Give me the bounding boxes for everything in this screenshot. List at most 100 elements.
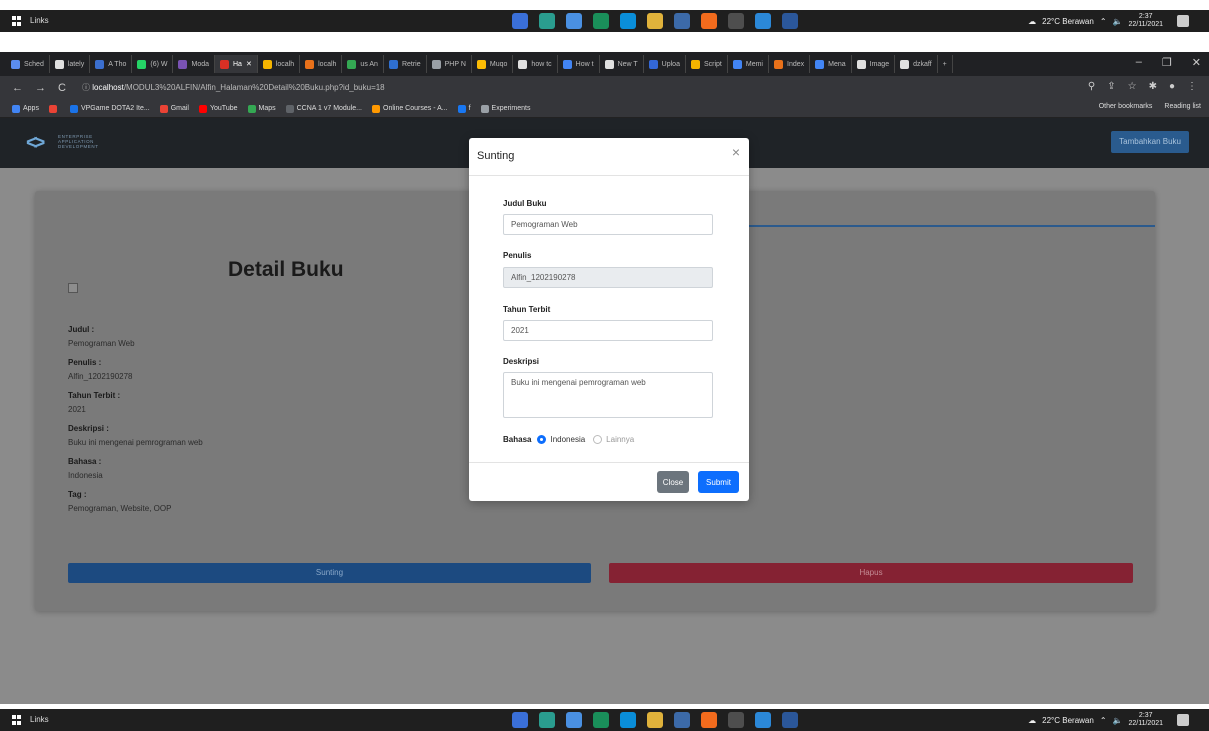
close-button[interactable]: Close [657, 471, 689, 493]
browser-tab[interactable]: dzkaff [895, 55, 938, 73]
tahun-input[interactable]: 2021 [503, 320, 713, 341]
tab-close-icon[interactable]: ✕ [246, 60, 252, 68]
check-app-icon[interactable] [566, 13, 582, 29]
notification-icon[interactable] [1177, 15, 1189, 27]
windows-start-icon[interactable] [12, 16, 22, 26]
bookmark-item[interactable]: YouTube [198, 104, 238, 113]
check-app-icon[interactable] [566, 712, 582, 728]
zoom-icon[interactable]: ⚲ [1088, 81, 1095, 92]
chrome-icon[interactable] [512, 13, 528, 29]
new-tab-icon[interactable]: + [938, 55, 953, 73]
browser-tab[interactable]: A Tho [90, 55, 133, 73]
share-icon[interactable]: ⇪ [1107, 81, 1115, 92]
extensions-icon[interactable]: ✱ [1149, 81, 1157, 92]
bookmark-item[interactable]: VPGame DOTA2 Ite... [69, 104, 150, 113]
submit-button[interactable]: Submit [698, 471, 739, 493]
bookmark-item[interactable]: f [457, 104, 471, 113]
url-bar[interactable]: ⓘ localhost/MODUL3%20ALFIN/Alfin_Halaman… [82, 80, 982, 96]
bookmark-item[interactable]: CCNA 1 v7 Module... [285, 104, 362, 113]
vscode-icon[interactable] [755, 13, 771, 29]
edge-dev-icon[interactable] [620, 13, 636, 29]
radio-indonesia-label[interactable]: Indonesia [550, 435, 585, 444]
browser-tab[interactable]: how tc [513, 55, 558, 73]
browser-tab[interactable]: Memi [728, 55, 769, 73]
radio-indonesia[interactable] [537, 435, 547, 444]
browser-tab[interactable]: Muqo [472, 55, 514, 73]
bookmark-item[interactable] [48, 104, 60, 113]
judul-input[interactable]: Pemograman Web [503, 214, 713, 235]
other-bookmarks[interactable]: Other bookmarks [1099, 103, 1153, 110]
weather-text[interactable]: 22°C Berawan [1042, 17, 1094, 26]
file-explorer-icon[interactable] [647, 13, 663, 29]
volume-icon[interactable]: 🔈 [1113, 17, 1123, 26]
word-icon[interactable] [782, 712, 798, 728]
edit-button[interactable]: Sunting [68, 563, 591, 583]
taskbar-links[interactable]: Links [30, 16, 49, 25]
vscode-icon[interactable] [755, 712, 771, 728]
edge-dev-icon[interactable] [620, 712, 636, 728]
app-icon[interactable] [674, 13, 690, 29]
chrome-icon[interactable] [512, 712, 528, 728]
menu-icon[interactable]: ⋮ [1187, 81, 1197, 92]
bookmark-item[interactable]: Online Courses - A... [372, 104, 448, 113]
volume-icon[interactable]: 🔈 [1113, 716, 1123, 725]
browser-tab[interactable]: Sched [6, 55, 50, 73]
restore-icon[interactable]: ❐ [1162, 56, 1172, 69]
close-icon[interactable]: × [732, 144, 740, 160]
browser-tab[interactable]: localh [258, 55, 301, 73]
chevron-up-icon[interactable]: ⌃ [1100, 17, 1107, 26]
bookmark-item[interactable]: Experiments [480, 104, 530, 113]
weather-text[interactable]: 22°C Berawan [1042, 716, 1094, 725]
bookmark-item[interactable]: Apps [12, 104, 39, 113]
minimize-icon[interactable]: – [1136, 56, 1142, 69]
taskbar-links[interactable]: Links [30, 715, 49, 724]
browser-tab[interactable]: PHP N [427, 55, 472, 73]
browser-tab[interactable]: lately [50, 55, 91, 73]
clock[interactable]: 2:37 22/11/2021 [1128, 712, 1163, 728]
add-book-button[interactable]: Tambahkan Buku [1111, 131, 1189, 153]
star-icon[interactable]: ☆ [1128, 81, 1137, 92]
chevron-up-icon[interactable]: ⌃ [1100, 716, 1107, 725]
browser-tab[interactable]: Image [852, 55, 896, 73]
browser-tab[interactable]: Uploa [644, 55, 686, 73]
file-explorer-icon[interactable] [647, 712, 663, 728]
xampp-icon[interactable] [701, 13, 717, 29]
browser-tab[interactable]: New T [600, 55, 644, 73]
penulis-input[interactable]: Alfin_1202190278 [503, 267, 713, 288]
browser-tab[interactable]: Ha ✕ [215, 55, 258, 73]
windows-start-icon[interactable] [12, 715, 22, 725]
radio-lainnya[interactable] [593, 435, 603, 444]
bookmark-item[interactable]: Maps [247, 104, 276, 113]
browser-icon[interactable] [593, 712, 609, 728]
word-icon[interactable] [782, 13, 798, 29]
delete-button[interactable]: Hapus [609, 563, 1133, 583]
xampp-icon[interactable] [701, 712, 717, 728]
deskripsi-textarea[interactable]: Buku ini mengenai pemrograman web [503, 372, 713, 418]
browser-tab[interactable]: Mena [810, 55, 852, 73]
browser-tab[interactable]: Index [769, 55, 811, 73]
reading-list[interactable]: Reading list [1164, 103, 1201, 110]
clock[interactable]: 2:37 22/11/2021 [1128, 13, 1163, 29]
notification-icon[interactable] [1177, 714, 1189, 726]
close-window-icon[interactable]: ✕ [1192, 56, 1201, 69]
brand-logo-icon[interactable]: <> [26, 132, 45, 155]
browser-tab[interactable]: (6) W [132, 55, 174, 73]
browser-tab[interactable]: Script [686, 55, 728, 73]
forward-icon[interactable]: → [35, 82, 46, 94]
reload-icon[interactable]: C [58, 82, 66, 94]
browser-icon[interactable] [593, 13, 609, 29]
browser-tab[interactable]: How t [558, 55, 600, 73]
terminal-icon[interactable] [728, 712, 744, 728]
radio-lainnya-label[interactable]: Lainnya [606, 435, 634, 444]
profile-icon[interactable]: ● [1169, 81, 1175, 92]
browser-tab[interactable]: Retrie [384, 55, 427, 73]
terminal-icon[interactable] [728, 13, 744, 29]
edge-icon[interactable] [539, 712, 555, 728]
browser-tab[interactable]: us An [342, 55, 384, 73]
edge-icon[interactable] [539, 13, 555, 29]
browser-tab[interactable]: Moda [173, 55, 215, 73]
bookmark-item[interactable]: Gmail [159, 104, 189, 113]
browser-tab[interactable]: localh [300, 55, 343, 73]
app-icon[interactable] [674, 712, 690, 728]
back-icon[interactable]: ← [12, 82, 23, 94]
